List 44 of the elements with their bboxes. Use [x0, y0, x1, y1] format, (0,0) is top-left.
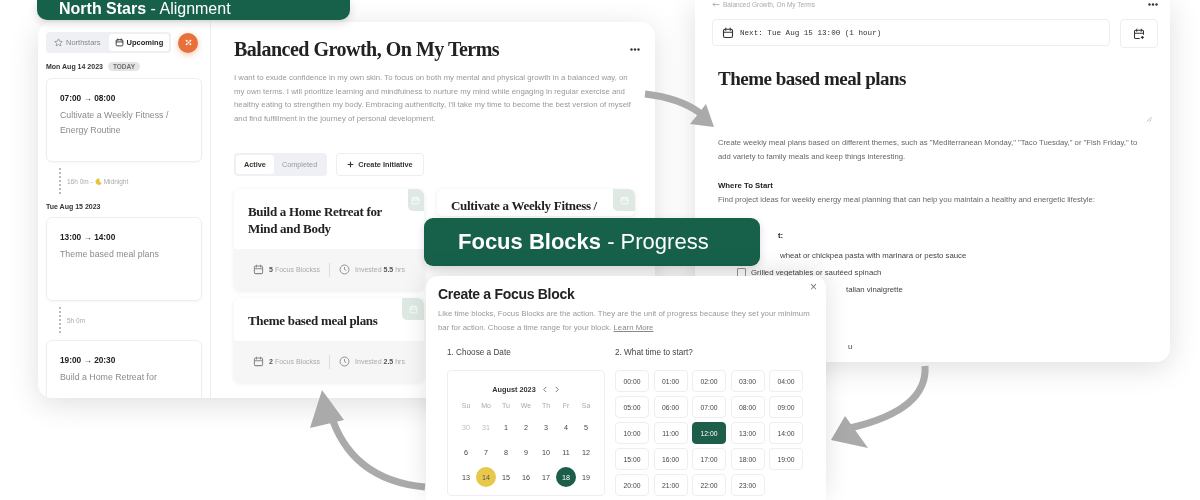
calendar-icon — [408, 304, 418, 314]
event-time: 07:00 → 08:00 — [60, 93, 117, 103]
star-icon — [54, 38, 63, 47]
clock-icon — [339, 264, 351, 275]
event-title: Build a Home Retreat for — [60, 371, 158, 384]
calendar-plus-icon — [1133, 27, 1145, 40]
initiative-title: Theme based meal plans — [248, 312, 378, 330]
event-time: 19:00 → 20:30 — [60, 355, 117, 365]
calendar-icon — [253, 264, 265, 275]
more-icon[interactable] — [630, 48, 640, 51]
curved-arrow — [644, 90, 714, 127]
initiative-title: Build a Home Retreat for Mind and Body — [248, 203, 383, 238]
calendar-icon — [253, 356, 265, 367]
chevron-right-icon[interactable] — [553, 386, 560, 393]
section-banner: Focus Blocks - Progress — [424, 218, 760, 266]
more-icon[interactable] — [1148, 3, 1158, 6]
calendar-icon — [619, 195, 629, 205]
event-title: Cultivate a Weekly Fitness / Energy Routine — [60, 109, 170, 137]
calendar-icon — [411, 195, 421, 205]
event-title: Theme based meal plans — [60, 248, 160, 261]
calendar-icon — [114, 38, 124, 47]
section-label: 1. Choose a Date — [447, 348, 512, 359]
event-card[interactable]: 19:00 → 20:30 Build a Home Retreat for — [46, 340, 202, 398]
event-card[interactable]: 13:00 → 14:00 Theme based meal plans — [46, 217, 202, 301]
resize-grip-icon — [1146, 116, 1152, 122]
event-card[interactable]: 07:00 → 08:00 Cultivate a Weekly Fitness / Energy Routine — [46, 78, 202, 162]
plus-icon — [347, 161, 355, 168]
sparkle-icon — [183, 38, 193, 47]
quick-add-button[interactable] — [178, 32, 199, 53]
add-to-calendar-button[interactable] — [1120, 19, 1158, 48]
dialog-title: Create a Focus Block — [438, 286, 576, 302]
moon-icon — [94, 177, 102, 185]
clock-icon — [339, 356, 351, 367]
page-title: Balanced Growth, On My Terms — [234, 38, 500, 61]
initiative-card[interactable]: Cultivate a Weekly Fitness / — [437, 189, 635, 216]
back-arrow-icon[interactable] — [712, 2, 720, 7]
chevron-left-icon[interactable] — [541, 386, 548, 393]
close-button[interactable]: × — [810, 280, 817, 294]
section-label: 2. What time to start? — [615, 348, 694, 359]
event-time: 13:00 → 14:00 — [60, 232, 117, 242]
calendar-icon — [722, 26, 734, 39]
section-banner: North Stars - Alignment — [37, 0, 350, 20]
initiative-title: Cultivate a Weekly Fitness / — [451, 197, 597, 215]
page-title: Theme based meal plans — [718, 68, 906, 90]
